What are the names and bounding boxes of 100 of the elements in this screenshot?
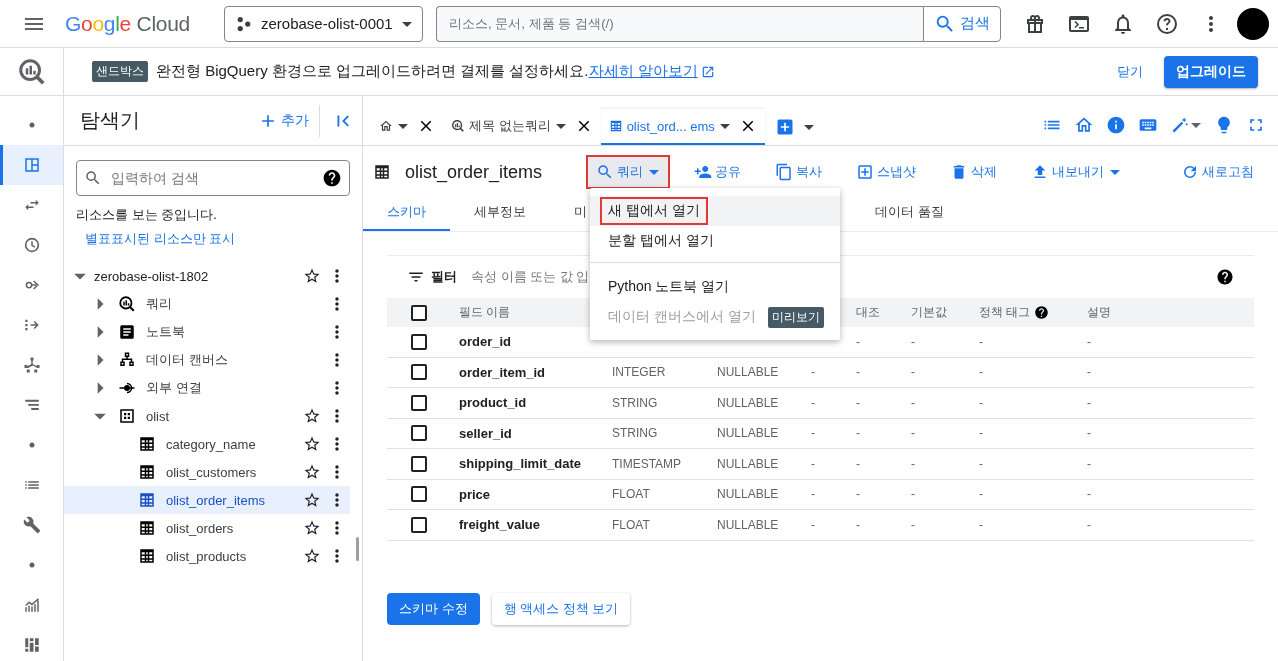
upgrade-button[interactable]: 업그레이드	[1164, 55, 1258, 88]
item-label: olist_order_items	[166, 492, 266, 508]
table-cell-text: -	[810, 517, 816, 532]
panel-title: 탐색기	[80, 108, 141, 133]
project-picker[interactable]: zerobase-olist-0001	[223, 5, 423, 42]
menu-item[interactable]: 새 탭에서 열기	[590, 196, 840, 226]
dot-icon	[28, 122, 35, 128]
table-cell-text: -	[978, 334, 984, 349]
table-cell-text: -	[978, 365, 984, 380]
star-icon[interactable]	[303, 519, 321, 537]
item-label: olist	[146, 408, 171, 424]
help-icon[interactable]	[1154, 11, 1179, 36]
wand-icon[interactable]	[1170, 115, 1190, 135]
search-icon	[84, 169, 102, 187]
table-cell-text: -	[978, 456, 984, 471]
tree-item[interactable]: category_name	[64, 430, 350, 458]
star-icon[interactable]	[303, 407, 321, 425]
table-cell-text: NULLABLE	[716, 487, 780, 502]
dot-icon	[28, 562, 35, 568]
add-button[interactable]: 추가	[258, 110, 309, 131]
checkbox[interactable]	[411, 486, 427, 503]
google-cloud-logo[interactable]: Google Cloud	[65, 11, 190, 36]
table-cell-text: FLOAT	[611, 517, 651, 532]
menu-item-label: 데이터 캔버스에서 열기	[607, 307, 757, 326]
star-icon[interactable]	[303, 267, 321, 285]
star-icon[interactable]	[303, 463, 321, 481]
search-field[interactable]: 리소스, 문서, 제품 등 검색(/)	[435, 5, 923, 42]
checkbox[interactable]	[411, 455, 427, 472]
home-icon	[379, 119, 393, 133]
item-label: category_name	[166, 436, 257, 452]
tree-item[interactable]: olist_order_items	[64, 486, 350, 514]
help-icon[interactable]	[322, 168, 342, 188]
table-cell-text: -	[855, 426, 861, 441]
table-cell-text: -	[810, 426, 816, 441]
checkbox[interactable]	[411, 394, 427, 411]
help-icon[interactable]	[1034, 305, 1050, 320]
item-label: olist_orders	[166, 520, 235, 536]
table-cell-text: FLOAT	[611, 487, 651, 502]
toolbar-button[interactable]: 내보내기	[1021, 155, 1132, 189]
search-button[interactable]: 검색	[922, 5, 1001, 42]
edit-schema-button[interactable]: 스키마 수정	[387, 592, 480, 625]
item-label: 외부 연결	[146, 379, 203, 397]
refresh-icon	[1181, 163, 1199, 181]
column-header: 설명	[1087, 304, 1111, 321]
bigquery-logo-icon[interactable]	[16, 56, 47, 87]
tab[interactable]: 데이터 품질	[851, 194, 968, 231]
table-cell-text: NULLABLE	[716, 395, 780, 410]
table-cell-text: -	[855, 487, 861, 502]
toolbar-button[interactable]: 새로고침	[1171, 155, 1264, 189]
toolbar-button[interactable]: 삭제	[940, 155, 1008, 189]
tree-item[interactable]: 외부 연결	[64, 374, 350, 402]
tab[interactable]: olist_ord... ems	[600, 109, 765, 145]
table-cell-text: -	[910, 487, 916, 502]
toolbar-button[interactable]: 스냅샷	[846, 155, 927, 189]
tree-item[interactable]: olist_customers	[64, 458, 350, 486]
info-icon[interactable]	[1106, 115, 1126, 135]
toolbar-button[interactable]: 공유	[684, 155, 752, 189]
item-label: 노트북	[146, 323, 186, 341]
menu-item[interactable]: 분할 탭에서 열기	[590, 226, 840, 256]
checkbox[interactable]	[411, 516, 427, 533]
star-icon[interactable]	[303, 547, 321, 565]
checkbox[interactable]	[411, 425, 427, 442]
policy-button[interactable]: 행 액세스 정책 보기	[491, 592, 631, 625]
tree-item[interactable]: olist	[64, 402, 350, 430]
checkbox[interactable]	[411, 333, 427, 350]
dot-icon	[28, 442, 35, 448]
tree-item[interactable]: olist_orders	[64, 514, 350, 542]
field-name: shipping_limit_date	[458, 456, 583, 472]
item-label: 쿼리	[146, 295, 173, 313]
tab[interactable]: 세부정보	[450, 194, 550, 231]
search-field[interactable]: 입력하여 검색	[76, 160, 350, 196]
dismiss-link[interactable]: 닫기	[1117, 62, 1143, 81]
tree-item[interactable]: olist_products	[64, 542, 350, 570]
toolbar-button[interactable]: 쿼리	[586, 155, 671, 189]
table-cell-text: -	[810, 365, 816, 380]
navigation-button[interactable]	[0, 145, 63, 185]
tab[interactable]: 스키마	[363, 194, 450, 231]
learn-more-link[interactable]: 자세히 알아보기	[588, 62, 698, 81]
menu-item[interactable]: Python 노트북 열기	[590, 272, 840, 302]
help-icon[interactable]	[1216, 267, 1234, 286]
star-icon[interactable]	[303, 491, 321, 509]
scrollbar-thumb[interactable]	[356, 537, 359, 561]
plus-box-icon	[856, 163, 875, 181]
avatar[interactable]	[1236, 7, 1269, 40]
tree-item[interactable]: 데이터 캔버스	[64, 346, 350, 374]
star-icon[interactable]	[303, 435, 321, 453]
starred-filter-link[interactable]: 별표표시된 리소스만 표시	[85, 230, 362, 248]
item-label: 데이터 캔버스	[146, 351, 229, 369]
tree-item[interactable]: 쿼리	[64, 290, 350, 318]
query-icon	[451, 119, 465, 133]
query-icon	[118, 295, 136, 313]
home-icon[interactable]	[1074, 115, 1094, 135]
dashboard-icon	[22, 636, 41, 654]
tree-item[interactable]: 노트북	[64, 318, 350, 346]
panel-icon	[22, 156, 41, 174]
tree-item[interactable]: zerobase-olist-1802	[64, 262, 350, 290]
tab[interactable]: 제목 없는쿼리	[443, 109, 601, 145]
checkbox[interactable]	[411, 364, 427, 381]
table-title: olist_order_items	[405, 161, 543, 183]
checkbox[interactable]	[411, 304, 427, 321]
